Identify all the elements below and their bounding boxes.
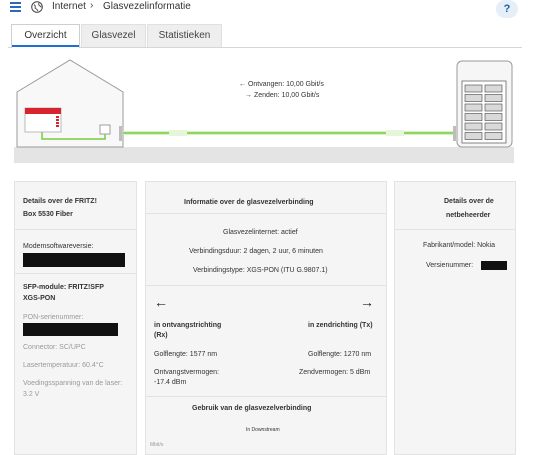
fritzbox-details-card: Details over de FRITZ! Box 5530 Fiber Mo… xyxy=(14,181,137,455)
top-bar: Internet › Glasvezelinformatie ? xyxy=(0,0,537,20)
fritzbox-card-title-line1: Details over de FRITZ! xyxy=(23,198,97,205)
rx-wavelength: Golflengte: 1577 nm xyxy=(154,351,218,358)
globe-icon xyxy=(31,1,43,13)
rx-arrow-icon: ← xyxy=(154,294,168,310)
tx-wavelength: Golflengte: 1270 nm xyxy=(308,351,372,358)
send-rate: → Zenden: 10,00 Gbit/s xyxy=(245,92,320,99)
fiber-internet-status: Glasvezelinternet: actief xyxy=(223,229,298,236)
laser-voltage-label: Voedingsspanning van de laser: xyxy=(23,380,123,387)
operator-details-card: Details over de netbeheerder Fabrikant/m… xyxy=(394,181,516,455)
cabinet-port xyxy=(464,113,483,121)
page-title: Glasvezelinformatie xyxy=(103,1,191,12)
rx-direction-subtitle: (Rx) xyxy=(154,332,168,339)
cabinet-port xyxy=(484,103,503,112)
operator-card-title-line2: netbeheerder xyxy=(446,212,491,219)
usage-title: Gebruik van de glasvezelverbinding xyxy=(192,405,312,412)
operator-version-label: Versienummer: xyxy=(426,262,474,269)
rx-power-label: Ontvangstvermogen: xyxy=(154,369,219,376)
receive-rate: ← Ontvangen: 10,00 Gbit/s xyxy=(239,81,324,88)
laser-voltage-value: 3.2 V xyxy=(23,391,40,398)
cabinet-port xyxy=(484,132,503,140)
breadcrumb-separator: › xyxy=(90,0,94,11)
modem-software-label: Modemsoftwareversie: xyxy=(23,243,94,250)
tab-glasvezel[interactable]: Glasvezel xyxy=(81,24,146,47)
laser-temperature: Lasertemperatuur: 60.4°C xyxy=(23,362,104,369)
rx-direction-title: in ontvangstrichting xyxy=(154,322,222,329)
cabinet-port xyxy=(464,94,483,102)
tab-bar: Overzicht Glasvezel Statistieken xyxy=(8,24,522,48)
cabinet-port xyxy=(484,122,503,131)
sfp-module-line1: SFP-module: FRITZ!SFP xyxy=(23,284,104,291)
operator-manufacturer: Fabrikant/model: Nokia xyxy=(423,242,495,249)
connection-diagram xyxy=(14,59,514,163)
connector-info: Connector: SC/UPC xyxy=(23,344,86,351)
connection-duration: Verbindingsduur: 2 dagen, 2 uur, 6 minut… xyxy=(189,248,323,255)
tab-overzicht[interactable]: Overzicht xyxy=(11,24,80,48)
fritzbox-router-icon xyxy=(24,107,62,133)
usage-axis-unit: Mbit/s xyxy=(150,442,164,448)
tx-direction-title: in zendrichting (Tx) xyxy=(308,322,373,329)
cabinet-port xyxy=(464,132,483,140)
fiber-socket-icon xyxy=(99,124,111,135)
downstream-label: In Downstream xyxy=(246,427,280,433)
connection-type: Verbindingstype: XGS-PON (ITU G.9807.1) xyxy=(193,267,328,274)
hamburger-menu-icon[interactable] xyxy=(10,2,21,12)
cabinet-port xyxy=(464,84,483,93)
cabinet-port xyxy=(484,84,503,93)
breadcrumb-internet[interactable]: Internet xyxy=(52,1,86,12)
tx-arrow-icon: → xyxy=(360,294,374,310)
info-card-title: Informatie over de glasvezelverbinding xyxy=(184,199,314,206)
help-button[interactable]: ? xyxy=(496,0,518,18)
redacted-value xyxy=(481,261,507,270)
operator-card-title-line1: Details over de xyxy=(444,198,494,205)
fritzbox-card-title-line2: Box 5530 Fiber xyxy=(23,211,73,218)
cabinet-port xyxy=(464,122,483,131)
sfp-module-line2: XGS-PON xyxy=(23,295,56,302)
pon-serial-label: PON-serienummer: xyxy=(23,314,84,321)
fiber-connection-info-card: Informatie over de glasvezelverbinding G… xyxy=(145,181,387,455)
redacted-value xyxy=(23,253,125,267)
cabinet-port xyxy=(464,103,483,112)
redacted-value xyxy=(23,323,118,336)
cabinet-port xyxy=(484,94,503,102)
rx-power-value: -17.4 dBm xyxy=(154,379,187,386)
tx-power: Zendvermogen: 5 dBm xyxy=(299,369,371,376)
tab-statistieken[interactable]: Statistieken xyxy=(147,24,222,47)
cabinet-port xyxy=(484,113,503,121)
